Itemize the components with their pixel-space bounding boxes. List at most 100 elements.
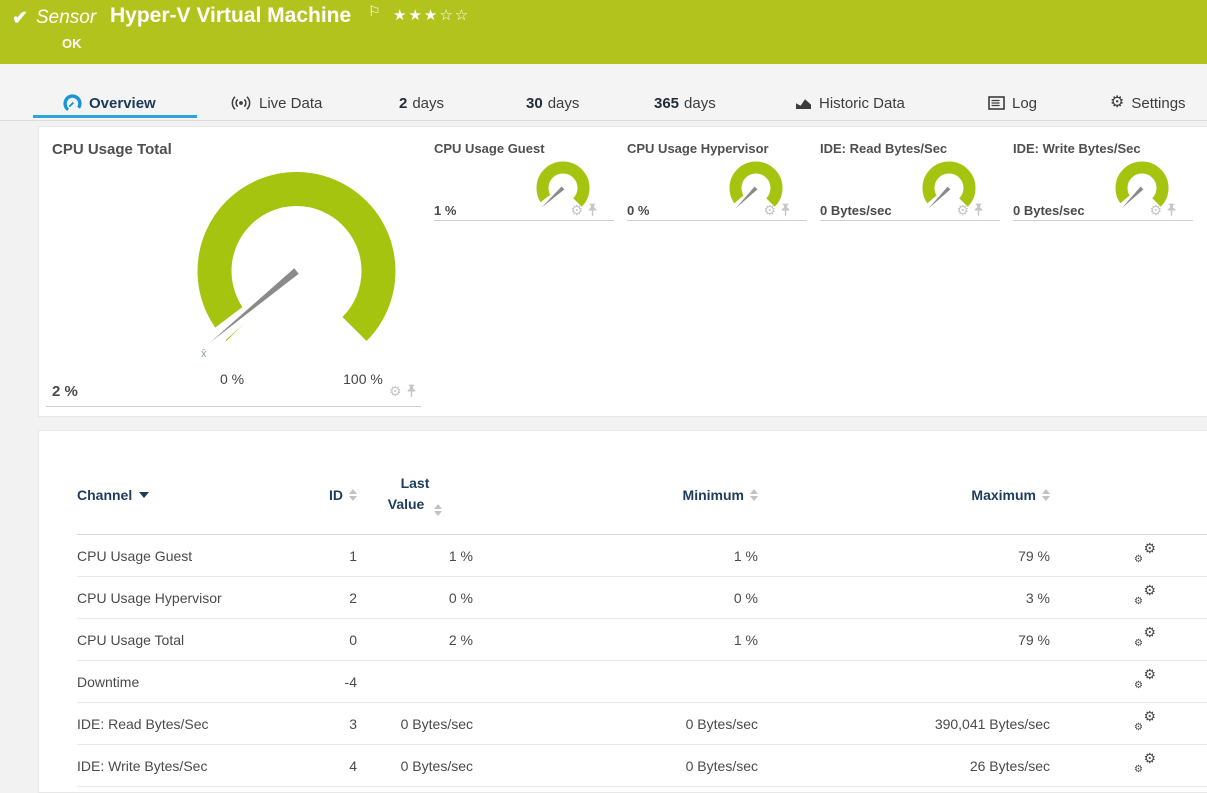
gauge-tile-0: CPU Usage Guest 1 % ⚙	[434, 141, 614, 221]
column-header-last-value[interactable]: Last Value	[357, 473, 473, 516]
main-gauge-value: 2 %	[52, 383, 78, 400]
table-row[interactable]: CPU Usage Guest 1 1 % 1 % 79 % ⚙ ⚙	[77, 535, 1207, 577]
table-row[interactable]: IDE: Read Bytes/Sec 3 0 Bytes/sec 0 Bytes/s…	[77, 703, 1207, 745]
table-row[interactable]: IDE: Write Bytes/Sec 4 0 Bytes/sec 0 Bytes/…	[77, 745, 1207, 787]
cell-last-value: 0 Bytes/sec	[400, 757, 473, 774]
cell-minimum: 1 %	[733, 547, 758, 564]
sensor-title: Hyper-V Virtual Machine	[110, 4, 352, 27]
cell-id: 1	[349, 547, 357, 564]
cell-maximum: 3 %	[1025, 589, 1050, 606]
gauge-title: IDE: Read Bytes/Sec	[820, 141, 948, 156]
gauge-tile-3: IDE: Write Bytes/Sec 0 Bytes/sec ⚙	[1013, 141, 1193, 221]
cell-maximum: 79 %	[1018, 631, 1050, 648]
channel-table-panel: Channel ID Last Value Minimum Maximum CPU Us…	[38, 430, 1207, 793]
area-chart-icon	[796, 98, 811, 109]
channel-settings-icon[interactable]: ⚙ ⚙	[1134, 541, 1156, 565]
tab-overview[interactable]: Overview	[63, 90, 156, 116]
cell-maximum: 26 Bytes/sec	[969, 757, 1050, 774]
gear-icon: ⚙	[1110, 94, 1125, 111]
table-row[interactable]: CPU Usage Total 0 2 % 1 % 79 % ⚙ ⚙	[77, 619, 1207, 661]
gauge-value: 0 Bytes/sec	[820, 203, 892, 218]
pin-icon[interactable]	[587, 203, 598, 217]
cell-id: 3	[349, 715, 357, 732]
sort-icon[interactable]	[750, 488, 758, 501]
cell-id: -4	[344, 673, 357, 690]
gauge-icon	[63, 93, 82, 111]
column-header-channel[interactable]: Channel	[77, 487, 317, 503]
cell-id: 2	[349, 589, 357, 606]
tab-historic-data[interactable]: Historic Data	[795, 90, 905, 116]
gauge-title: CPU Usage Guest	[434, 141, 545, 156]
cell-minimum: 0 %	[733, 589, 758, 606]
table-row[interactable]: Downtime -4 ⚙ ⚙	[77, 661, 1207, 703]
tab-2-days[interactable]: 2 days	[399, 90, 444, 116]
gear-icon[interactable]: ⚙	[389, 384, 402, 398]
tab-log[interactable]: Log	[988, 90, 1037, 116]
channel-settings-icon[interactable]: ⚙ ⚙	[1134, 667, 1156, 691]
gear-icon[interactable]: ⚙	[956, 203, 969, 217]
sort-icon[interactable]	[434, 503, 443, 516]
tab-bar: Overview Live Data 2 days 30 days 365 days His…	[0, 64, 1207, 121]
cell-channel: Downtime	[77, 673, 140, 690]
cell-channel: CPU Usage Guest	[77, 547, 193, 564]
cell-channel: CPU Usage Hypervisor	[77, 589, 222, 606]
gauge-tile-2: IDE: Read Bytes/Sec 0 Bytes/sec ⚙	[820, 141, 1000, 221]
sensor-status-badge: OK	[62, 36, 82, 51]
gear-icon[interactable]: ⚙	[1149, 203, 1162, 217]
flag-icon[interactable]: ⚐	[368, 3, 381, 20]
gauge-min-label: 0 %	[219, 371, 245, 387]
broadcast-icon	[231, 96, 251, 110]
gauge-chart: x̄	[197, 172, 396, 360]
tab-365-days[interactable]: 365 days	[654, 90, 716, 116]
gear-icon[interactable]: ⚙	[570, 203, 583, 217]
table-row[interactable]: CPU Usage Hypervisor 2 0 % 0 % 3 % ⚙ ⚙	[77, 577, 1207, 619]
column-header-minimum[interactable]: Minimum	[473, 487, 758, 503]
sort-icon[interactable]	[349, 488, 357, 501]
gauge-tile-1: CPU Usage Hypervisor 0 % ⚙	[627, 141, 807, 221]
column-header-maximum[interactable]: Maximum	[758, 487, 1050, 503]
cell-maximum: 79 %	[1018, 547, 1050, 564]
cell-id: 0	[349, 631, 357, 648]
cell-channel: IDE: Write Bytes/Sec	[77, 757, 208, 774]
cell-minimum: 0 Bytes/sec	[685, 715, 758, 732]
pin-icon[interactable]	[780, 203, 791, 217]
cell-last-value: 2 %	[448, 631, 473, 648]
log-icon	[988, 96, 1005, 110]
pin-icon[interactable]	[1166, 203, 1177, 217]
column-header-id[interactable]: ID	[317, 487, 357, 503]
cell-channel: IDE: Read Bytes/Sec	[77, 715, 209, 732]
cell-last-value: 0 Bytes/sec	[400, 715, 473, 732]
tab-settings[interactable]: ⚙ Settings	[1110, 90, 1186, 116]
gear-icon[interactable]: ⚙	[763, 203, 776, 217]
pin-icon[interactable]	[973, 203, 984, 217]
sort-icon[interactable]	[1042, 488, 1050, 501]
channel-settings-icon[interactable]: ⚙ ⚙	[1134, 583, 1156, 607]
gauge-value: 1 %	[434, 203, 457, 218]
pin-icon[interactable]	[406, 384, 417, 398]
priority-stars[interactable]: ★★★☆☆	[393, 6, 470, 24]
channel-settings-icon[interactable]: ⚙ ⚙	[1134, 709, 1156, 733]
cell-minimum: 0 Bytes/sec	[685, 757, 758, 774]
gauge-max-label: 100 %	[343, 371, 383, 387]
channel-settings-icon[interactable]: ⚙ ⚙	[1134, 625, 1156, 649]
gauge-value: 0 Bytes/sec	[1013, 203, 1085, 218]
average-marker: x̄	[201, 348, 207, 360]
channel-table-header: Channel ID Last Value Minimum Maximum	[77, 431, 1207, 535]
cell-channel: CPU Usage Total	[77, 631, 185, 648]
sensor-kind-label: Sensor	[36, 7, 97, 28]
cell-last-value: 1 %	[448, 547, 473, 564]
divider	[46, 406, 421, 407]
gauge-title: IDE: Write Bytes/Sec	[1013, 141, 1141, 156]
channel-settings-icon[interactable]: ⚙ ⚙	[1134, 751, 1156, 775]
gauges-panel: CPU Usage Total x̄ 0 % 100 % 2 % ⚙ CPU U…	[38, 126, 1207, 417]
tab-live-data[interactable]: Live Data	[230, 90, 322, 116]
gauge-value: 0 %	[627, 203, 650, 218]
status-check-icon: ✔	[12, 8, 28, 29]
tab-30-days[interactable]: 30 days	[526, 90, 579, 116]
sort-desc-icon	[139, 491, 150, 498]
cell-last-value: 0 %	[448, 589, 473, 606]
main-gauge-tile: CPU Usage Total x̄ 0 % 100 % 2 % ⚙	[39, 127, 426, 418]
gauge-title: CPU Usage Hypervisor	[627, 141, 769, 156]
cell-maximum: 390,041 Bytes/sec	[934, 715, 1050, 732]
sensor-header: ✔ Sensor Hyper-V Virtual Machine ⚐ ★★★☆☆…	[0, 0, 1207, 64]
